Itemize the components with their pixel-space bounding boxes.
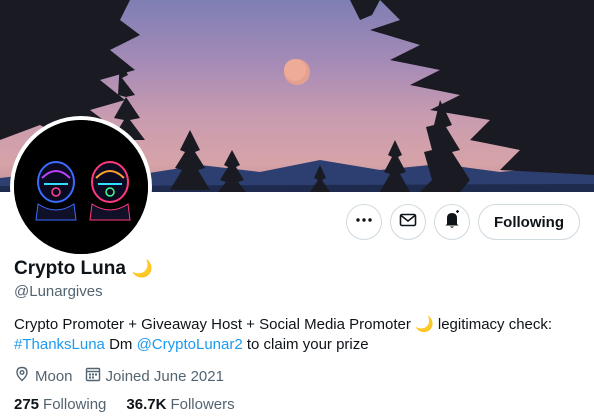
profile-actions: Following xyxy=(346,204,580,240)
bell-plus-icon xyxy=(442,209,462,235)
bio-suffix: to claim your prize xyxy=(246,336,369,353)
profile-bio: Crypto Promoter + Giveaway Host + Social… xyxy=(14,315,584,355)
bio-emoji: 🌙 xyxy=(415,316,434,333)
profile-avatar[interactable] xyxy=(10,116,152,258)
followers-stat-link[interactable]: 36.7K Followers xyxy=(126,396,234,413)
following-button[interactable]: Following xyxy=(478,204,580,240)
profile-handle: @Lunargives xyxy=(14,283,103,300)
following-count: 275 xyxy=(14,396,40,413)
moon-emoji: 🌙 xyxy=(131,259,154,278)
bio-text-1: Crypto Promoter + Giveaway Host + Social… xyxy=(14,316,411,333)
profile-name-row: Crypto Luna 🌙 xyxy=(14,258,153,280)
mention-link[interactable]: @CryptoLunar2 xyxy=(137,336,243,353)
display-name: Crypto Luna xyxy=(14,258,126,279)
location-pin-icon xyxy=(14,366,30,386)
hashtag-link[interactable]: #ThanksLuna xyxy=(14,336,105,353)
profile-meta: Moon Joined June 2021 xyxy=(14,366,224,386)
following-label: Following xyxy=(43,396,107,413)
location-item: Moon xyxy=(14,366,73,386)
location-text: Moon xyxy=(35,367,73,385)
envelope-icon xyxy=(399,211,417,234)
bio-dm-text: Dm xyxy=(109,336,133,353)
notifications-button[interactable] xyxy=(434,204,471,240)
calendar-icon xyxy=(85,366,101,386)
following-stat-link[interactable]: 275 Following xyxy=(14,396,106,413)
profile-stats: 275 Following 36.7K Followers xyxy=(14,396,235,413)
more-dots-icon xyxy=(355,211,373,234)
message-button[interactable] xyxy=(390,204,427,240)
more-button[interactable] xyxy=(346,204,383,240)
joined-item: Joined June 2021 xyxy=(85,366,224,386)
followers-label: Followers xyxy=(170,396,235,413)
joined-text: Joined June 2021 xyxy=(105,367,224,385)
bio-text-2: legitimacy check: xyxy=(437,316,553,333)
followers-count: 36.7K xyxy=(126,396,167,413)
